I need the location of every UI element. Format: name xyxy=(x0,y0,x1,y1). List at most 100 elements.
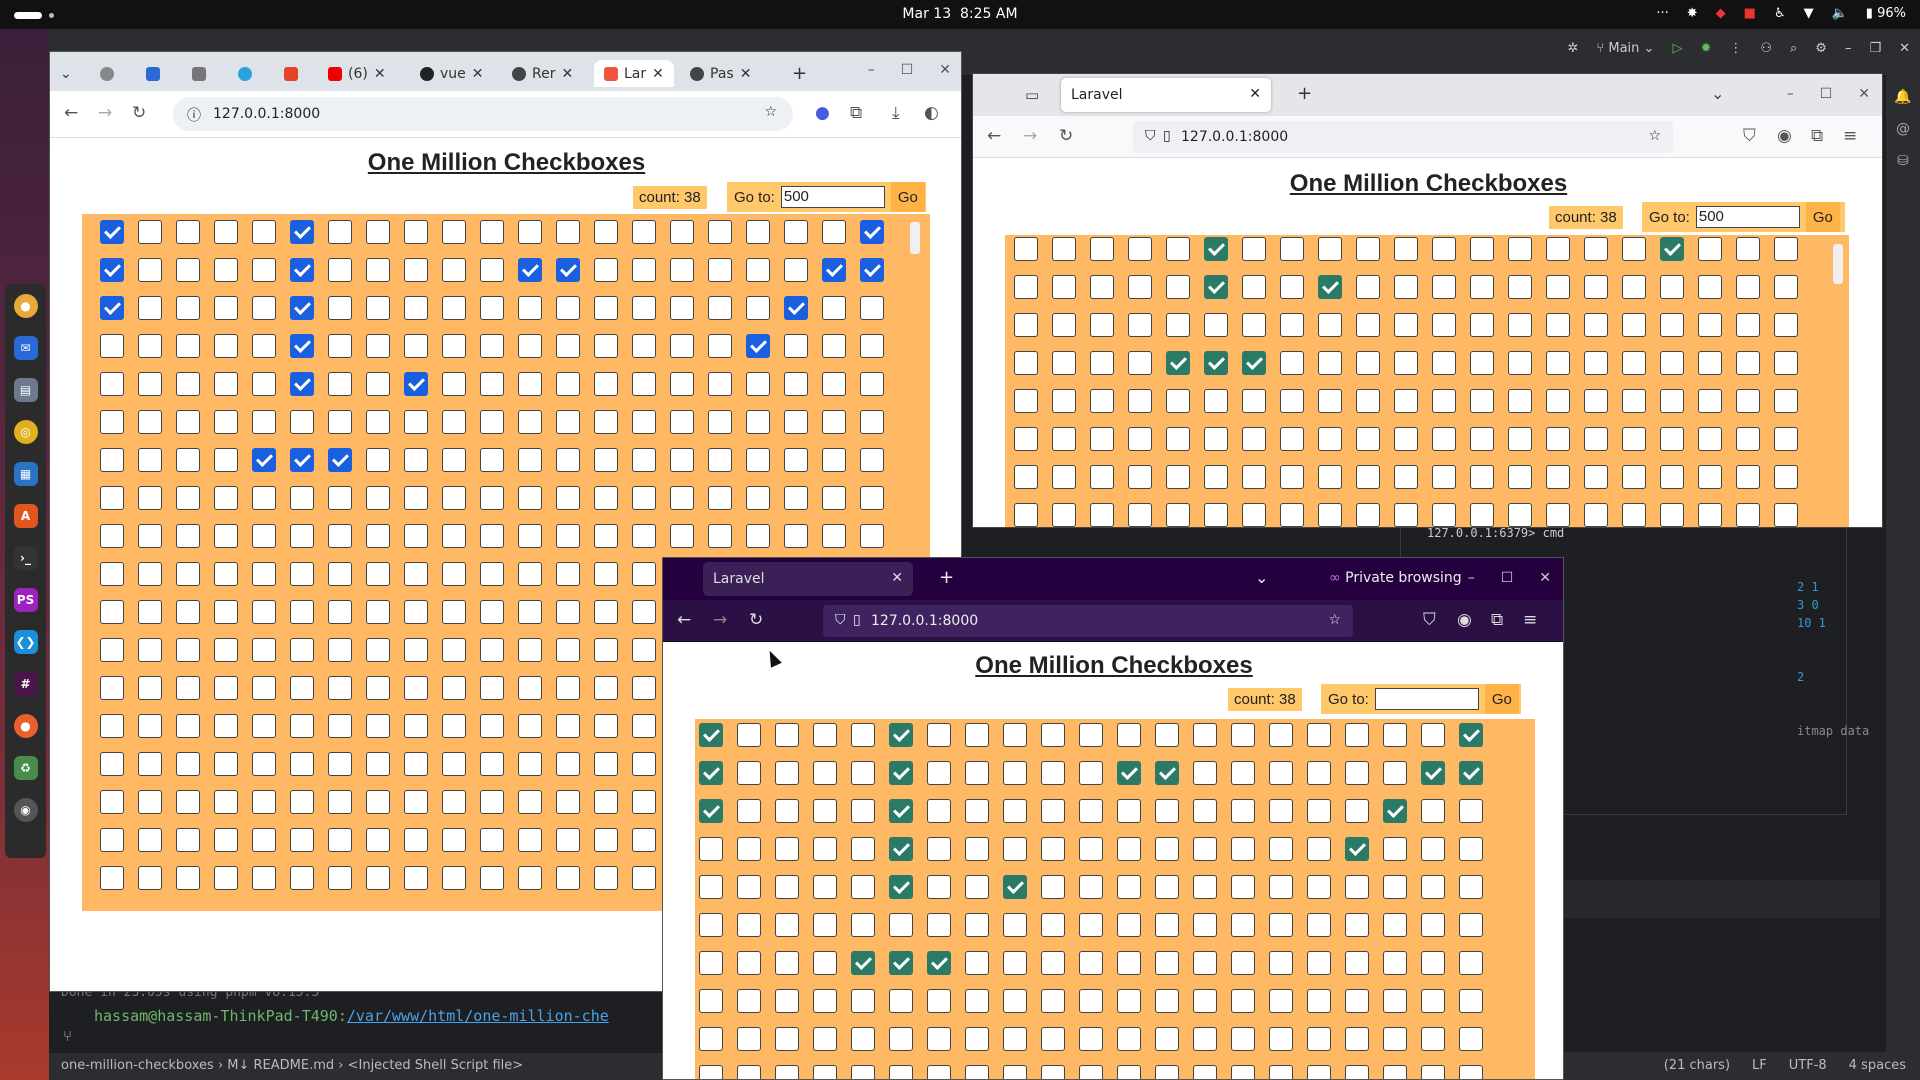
checkbox[interactable] xyxy=(404,828,428,852)
checkbox[interactable] xyxy=(328,258,352,282)
checkbox[interactable] xyxy=(138,220,162,244)
checkbox[interactable] xyxy=(1003,837,1027,861)
checkbox-checked[interactable] xyxy=(290,372,314,396)
back-icon[interactable]: ← xyxy=(677,610,691,630)
address-bar[interactable]: ⓘ 127.0.0.1:8000 ☆ xyxy=(173,97,793,131)
checkbox-checked[interactable] xyxy=(100,220,124,244)
checkbox[interactable] xyxy=(1421,989,1445,1013)
checkbox[interactable] xyxy=(1584,465,1608,489)
checkbox[interactable] xyxy=(480,220,504,244)
checkbox[interactable] xyxy=(1698,465,1722,489)
checkbox-checked[interactable] xyxy=(1459,761,1483,785)
checkbox[interactable] xyxy=(1546,465,1570,489)
checkbox[interactable] xyxy=(442,600,466,624)
checkbox[interactable] xyxy=(328,334,352,358)
checkbox[interactable] xyxy=(518,866,542,890)
checkbox[interactable] xyxy=(480,790,504,814)
checkbox[interactable] xyxy=(1014,351,1038,375)
checkbox[interactable] xyxy=(328,790,352,814)
checkbox[interactable] xyxy=(252,676,276,700)
checkbox[interactable] xyxy=(775,761,799,785)
checkbox[interactable] xyxy=(822,486,846,510)
checkbox[interactable] xyxy=(1003,799,1027,823)
checkbox[interactable] xyxy=(252,372,276,396)
checkbox[interactable] xyxy=(404,866,428,890)
checkbox[interactable] xyxy=(1622,313,1646,337)
checkbox[interactable] xyxy=(1193,1065,1217,1079)
checkbox[interactable] xyxy=(1041,723,1065,747)
checkbox-checked[interactable] xyxy=(1003,875,1027,899)
bookmark-star-icon[interactable]: ☆ xyxy=(1328,612,1341,628)
checkbox[interactable] xyxy=(1193,723,1217,747)
checkbox-checked[interactable] xyxy=(889,951,913,975)
checkbox[interactable] xyxy=(214,714,238,738)
menu-icon[interactable]: ⋮ xyxy=(954,103,961,123)
checkbox[interactable] xyxy=(1318,389,1342,413)
checkbox[interactable] xyxy=(138,524,162,548)
checkbox[interactable] xyxy=(594,220,618,244)
checkbox[interactable] xyxy=(556,524,580,548)
download-icon[interactable]: ⤓ xyxy=(892,103,900,123)
checkbox[interactable] xyxy=(784,410,808,434)
checkbox[interactable] xyxy=(1041,837,1065,861)
chrome-tab[interactable]: vue ✕ xyxy=(420,60,484,87)
checkbox[interactable] xyxy=(1307,1027,1331,1051)
checkbox[interactable] xyxy=(965,799,989,823)
checkbox[interactable] xyxy=(1421,951,1445,975)
checkbox[interactable] xyxy=(1394,465,1418,489)
chrome-tab-active[interactable]: Lar ✕ xyxy=(594,60,674,87)
checkbox[interactable] xyxy=(556,866,580,890)
checkbox[interactable] xyxy=(851,875,875,899)
checkbox[interactable] xyxy=(1193,989,1217,1013)
checkbox[interactable] xyxy=(860,372,884,396)
checkbox[interactable] xyxy=(699,875,723,899)
profile-avatar[interactable]: ◐ xyxy=(924,103,939,123)
checkbox[interactable] xyxy=(1459,1027,1483,1051)
forward-icon[interactable]: → xyxy=(713,610,727,630)
checkbox[interactable] xyxy=(1166,465,1190,489)
checkbox[interactable] xyxy=(1432,465,1456,489)
checkbox[interactable] xyxy=(1318,351,1342,375)
checkbox[interactable] xyxy=(822,220,846,244)
checkbox[interactable] xyxy=(1622,427,1646,451)
checkbox[interactable] xyxy=(1155,723,1179,747)
menu-icon[interactable]: ≡ xyxy=(1523,610,1537,630)
extensions-icon[interactable]: ⧉ xyxy=(1811,126,1823,146)
checkbox[interactable] xyxy=(737,837,761,861)
checkbox[interactable] xyxy=(1546,389,1570,413)
checkbox[interactable] xyxy=(860,334,884,358)
checkbox[interactable] xyxy=(1128,313,1152,337)
checkbox[interactable] xyxy=(1041,951,1065,975)
checkbox[interactable] xyxy=(100,790,124,814)
checkbox[interactable] xyxy=(1698,313,1722,337)
checkbox-checked[interactable] xyxy=(252,448,276,472)
new-tab-button[interactable]: + xyxy=(1297,83,1312,104)
git-branch-icon[interactable]: ⑂ xyxy=(63,1027,72,1045)
checkbox[interactable] xyxy=(138,334,162,358)
checkbox[interactable] xyxy=(1193,799,1217,823)
checkbox[interactable] xyxy=(632,486,656,510)
chrome-tab[interactable] xyxy=(284,60,298,87)
grid-scrollbar[interactable] xyxy=(1833,244,1843,284)
checkbox[interactable] xyxy=(1193,837,1217,861)
checkbox[interactable] xyxy=(594,524,618,548)
checkbox[interactable] xyxy=(214,334,238,358)
wifi-icon[interactable]: ▼ xyxy=(1804,6,1814,21)
checkbox[interactable] xyxy=(1280,465,1304,489)
go-button[interactable]: Go xyxy=(1805,202,1840,232)
checkbox[interactable] xyxy=(404,752,428,776)
go-button[interactable]: Go xyxy=(1484,684,1519,714)
checkbox[interactable] xyxy=(1155,837,1179,861)
checkbox[interactable] xyxy=(366,524,390,548)
checkbox[interactable] xyxy=(708,296,732,320)
checkbox[interactable] xyxy=(176,220,200,244)
checkbox[interactable] xyxy=(214,638,238,662)
checkbox[interactable] xyxy=(1421,875,1445,899)
forward-icon[interactable]: → xyxy=(98,103,112,123)
checkbox[interactable] xyxy=(1660,503,1684,527)
checkbox-checked[interactable] xyxy=(699,761,723,785)
checkbox[interactable] xyxy=(138,714,162,738)
checkbox[interactable] xyxy=(480,752,504,776)
checkbox[interactable] xyxy=(1356,275,1380,299)
checkbox[interactable] xyxy=(1052,427,1076,451)
